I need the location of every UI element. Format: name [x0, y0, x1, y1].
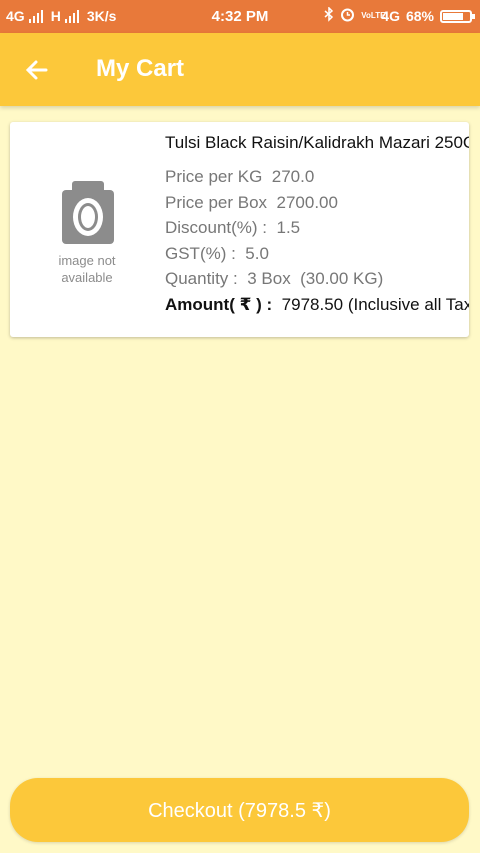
- gst-label: GST(%) :: [165, 243, 236, 263]
- discount-value: 1.5: [276, 218, 301, 237]
- gst-value: 5.0: [245, 243, 269, 263]
- image-not-available-text: image not available: [58, 253, 116, 285]
- amount-row: Amount( ₹ ) : 7978.50 (Inclusive all Tax…: [165, 292, 469, 318]
- price-per-kg-value: 270.0: [271, 167, 315, 186]
- alarm-icon: [340, 7, 355, 25]
- price-per-kg-label: Price per KG: [165, 167, 263, 186]
- discount-label: Discount(%) :: [165, 218, 268, 237]
- quantity-label: Quantity :: [165, 269, 238, 288]
- battery-icon: [440, 9, 475, 23]
- gst-row: GST(%) : 5.0: [165, 241, 469, 267]
- page-title: My Cart: [96, 55, 185, 82]
- app-bar: My Cart: [0, 33, 480, 106]
- bluetooth-icon: [324, 6, 334, 25]
- price-per-box-label: Price per Box: [165, 192, 268, 212]
- amount-value: 7978.50 (Inclusive all Taxes): [281, 294, 469, 314]
- network-type-3: 4G: [381, 8, 400, 24]
- price-per-box-value: 2700.00: [276, 192, 338, 212]
- status-bar: 4G H 3K/s 4:32 PM VoLTE 4G 68%: [0, 0, 480, 33]
- back-arrow-icon[interactable]: [22, 55, 52, 85]
- price-per-box-row: Price per Box 2700.00: [165, 190, 469, 216]
- checkout-button[interactable]: Checkout (7978.5 ₹): [10, 778, 469, 842]
- product-image-placeholder: image not available: [56, 172, 118, 292]
- price-per-kg-row: Price per KG 270.0: [165, 164, 469, 190]
- cart-item-card[interactable]: image not available Tulsi Black Raisin/K…: [10, 122, 469, 337]
- quantity-row: Quantity : 3 Box (30.00 KG): [165, 266, 469, 292]
- camera-icon: [62, 181, 114, 244]
- quantity-value: 3 Box (30.00 KG): [247, 269, 384, 288]
- amount-label: Amount( ₹ ) :: [165, 294, 273, 314]
- battery-percent: 68%: [405, 8, 434, 24]
- discount-row: Discount(%) : 1.5: [165, 215, 469, 241]
- product-name: Tulsi Black Raisin/Kalidrakh Mazari 250G: [165, 133, 469, 152]
- status-right: VoLTE 4G 68%: [324, 6, 475, 25]
- volte-icon: VoLTE: [361, 11, 386, 20]
- product-info: Tulsi Black Raisin/Kalidrakh Mazari 250G…: [165, 132, 469, 317]
